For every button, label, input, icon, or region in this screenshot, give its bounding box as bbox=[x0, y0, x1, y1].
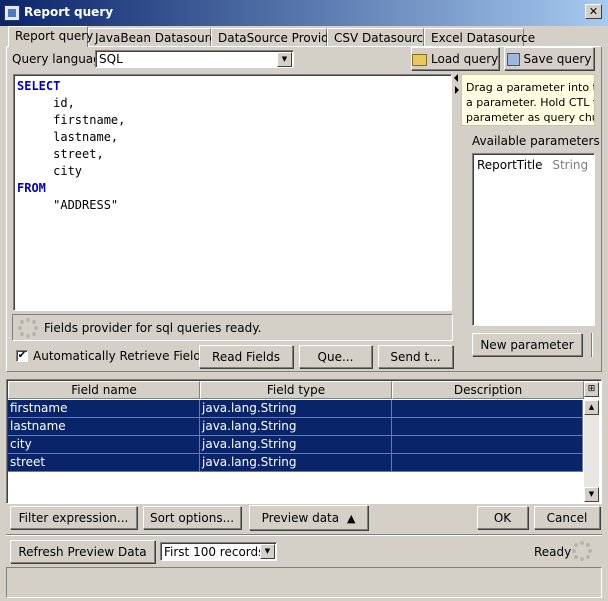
fields-provider-status-text: Fields provider for sql queries ready. bbox=[44, 321, 262, 335]
parameters-hint-line: Drag a parameter into the bbox=[466, 81, 594, 94]
resize-grip bbox=[591, 333, 593, 357]
save-icon bbox=[506, 53, 520, 66]
column-header-field-type[interactable]: Field type bbox=[200, 381, 392, 399]
parameter-name: ReportTitle bbox=[477, 158, 543, 172]
sql-line: id, bbox=[17, 96, 75, 110]
preview-results-area[interactable] bbox=[6, 567, 602, 598]
save-query-button[interactable]: Save query bbox=[504, 47, 594, 70]
parameter-type: String bbox=[552, 158, 589, 172]
tab-javabean-datasource[interactable]: JavaBean Datasource bbox=[88, 28, 223, 47]
title-bar[interactable]: Report query ✕ bbox=[0, 0, 608, 26]
parameter-item[interactable]: ReportTitle String bbox=[477, 158, 588, 172]
spinner-icon bbox=[572, 541, 592, 561]
refresh-preview-button[interactable]: Refresh Preview Data bbox=[10, 540, 155, 563]
field-type-cell[interactable]: java.lang.String bbox=[200, 436, 392, 454]
new-parameter-button[interactable]: New parameter bbox=[472, 333, 582, 356]
window-title: Report query bbox=[24, 5, 114, 19]
preview-status: Ready bbox=[534, 545, 572, 559]
sql-line: street, bbox=[17, 147, 104, 161]
triangle-up-icon: ▲ bbox=[346, 512, 356, 525]
filter-expression-button[interactable]: Filter expression... bbox=[10, 506, 137, 529]
sql-line: city bbox=[17, 164, 83, 178]
send-to-button[interactable]: Send t... bbox=[378, 345, 453, 368]
records-limit-select[interactable]: First 100 records ▼ bbox=[160, 542, 277, 561]
field-name-cell[interactable]: street bbox=[8, 454, 200, 472]
app-icon bbox=[4, 5, 20, 21]
column-header-description[interactable]: Description bbox=[392, 381, 584, 399]
column-header-field-name[interactable]: Field name bbox=[8, 381, 200, 399]
table-row[interactable]: city java.lang.String bbox=[8, 436, 583, 454]
description-cell[interactable] bbox=[392, 418, 583, 436]
collapse-arrow-icon[interactable] bbox=[454, 74, 458, 82]
sql-line: lastname, bbox=[17, 130, 119, 144]
auto-retrieve-checkbox[interactable]: ✔ bbox=[16, 350, 28, 362]
query-language-value: SQL bbox=[99, 52, 123, 66]
table-row[interactable]: firstname java.lang.String bbox=[8, 400, 583, 418]
tab-report-query[interactable]: Report query bbox=[8, 26, 93, 47]
folder-icon bbox=[412, 53, 427, 66]
parameters-hint: Drag a parameter into the a parameter. H… bbox=[461, 74, 595, 126]
sql-line: "ADDRESS" bbox=[17, 198, 119, 212]
sql-editor[interactable]: SELECT id, firstname, lastname, street, … bbox=[13, 74, 452, 311]
load-query-button[interactable]: Load query bbox=[411, 47, 499, 70]
sql-line: FROM bbox=[17, 181, 46, 195]
description-cell[interactable] bbox=[392, 436, 583, 454]
tab-csv-datasource[interactable]: CSV Datasource bbox=[327, 28, 431, 47]
description-cell[interactable] bbox=[392, 400, 583, 418]
sql-line: firstname, bbox=[17, 113, 126, 127]
expand-arrow-icon[interactable] bbox=[455, 86, 459, 94]
scroll-down-icon[interactable]: ▼ bbox=[584, 487, 599, 502]
cancel-button[interactable]: Cancel bbox=[534, 506, 600, 529]
parameters-hint-line: a parameter. Hold CTL to bbox=[466, 96, 595, 109]
splitter-handle[interactable] bbox=[454, 74, 459, 311]
auto-retrieve-label: Automatically Retrieve Fields bbox=[33, 349, 208, 363]
field-type-cell[interactable]: java.lang.String bbox=[200, 454, 392, 472]
close-button[interactable]: ✕ bbox=[585, 4, 602, 19]
sort-options-button[interactable]: Sort options... bbox=[143, 506, 241, 529]
fields-provider-status: Fields provider for sql queries ready. bbox=[12, 314, 453, 341]
field-name-cell[interactable]: firstname bbox=[8, 400, 200, 418]
description-cell[interactable] bbox=[392, 454, 583, 472]
ok-button[interactable]: OK bbox=[477, 506, 528, 529]
chevron-down-icon[interactable]: ▼ bbox=[277, 52, 292, 67]
save-query-label: Save query bbox=[523, 52, 592, 66]
scroll-up-icon[interactable]: ▲ bbox=[584, 400, 599, 415]
available-parameters-label: Available parameters bbox=[472, 134, 600, 148]
column-control-icon[interactable]: ⊞ bbox=[584, 382, 599, 397]
chevron-down-icon[interactable]: ▼ bbox=[260, 544, 275, 559]
preview-data-button[interactable]: Preview data ▲ bbox=[249, 505, 368, 530]
spinner-icon bbox=[18, 318, 38, 338]
records-limit-value: First 100 records bbox=[164, 545, 265, 559]
query-designer-button[interactable]: Que... bbox=[299, 345, 372, 368]
parameters-hint-line: parameter as query chunk bbox=[466, 111, 594, 124]
tab-excel-datasource[interactable]: Excel Datasource bbox=[424, 28, 535, 47]
table-row[interactable]: lastname java.lang.String bbox=[8, 418, 583, 436]
tab-datasource-provider[interactable]: DataSource Provider bbox=[211, 28, 341, 47]
separator bbox=[6, 534, 602, 536]
query-language-select[interactable]: SQL ▼ bbox=[95, 50, 294, 68]
field-name-cell[interactable]: lastname bbox=[8, 418, 200, 436]
table-row[interactable]: street java.lang.String bbox=[8, 454, 583, 472]
load-query-label: Load query bbox=[431, 52, 499, 66]
field-type-cell[interactable]: java.lang.String bbox=[200, 418, 392, 436]
sql-line: SELECT bbox=[17, 79, 61, 93]
field-name-cell[interactable]: city bbox=[8, 436, 200, 454]
query-language-label: Query language bbox=[12, 52, 109, 66]
field-type-cell[interactable]: java.lang.String bbox=[200, 400, 392, 418]
parameters-list[interactable]: ReportTitle String bbox=[472, 153, 595, 326]
read-fields-button[interactable]: Read Fields bbox=[199, 345, 293, 368]
preview-data-label: Preview data bbox=[261, 511, 340, 525]
